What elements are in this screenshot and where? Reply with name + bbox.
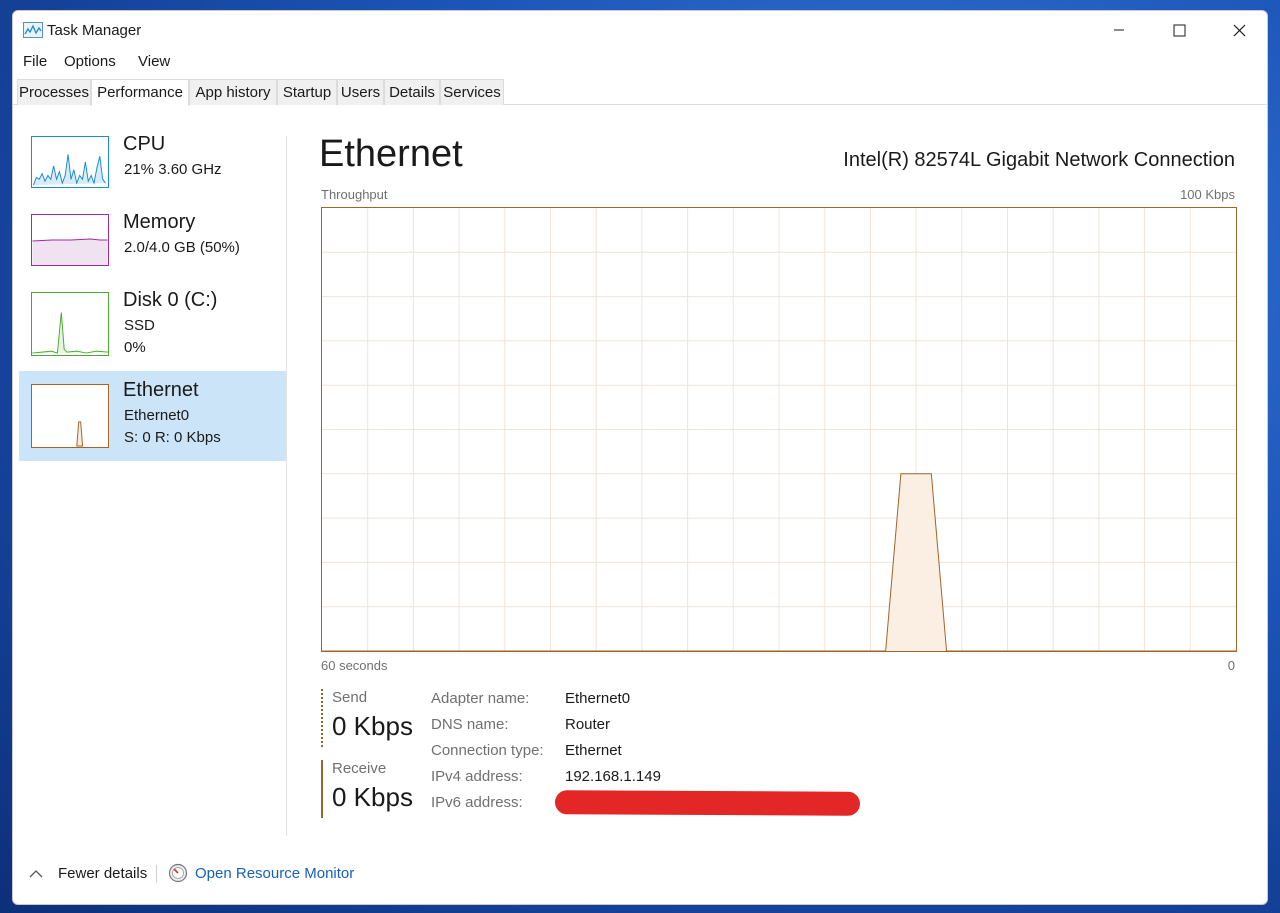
memory-thumbnail-graph [31,214,109,266]
info-label-dns-name: DNS name: [431,716,509,733]
sidebar-item-ethernet[interactable]: Ethernet Ethernet0 S: 0 R: 0 Kbps [19,371,287,461]
receive-indicator-line [321,760,323,818]
disk-thumbnail-graph [31,292,109,356]
throughput-max-label: 100 Kbps [1180,187,1235,202]
resource-monitor-icon [168,863,188,883]
info-value-connection-type: Ethernet [565,742,622,759]
sidebar-memory-usage: 2.0/4.0 GB (50%) [124,239,240,256]
sidebar-disk-type: SSD [124,317,155,334]
send-label: Send [332,689,368,706]
info-label-adapter-name: Adapter name: [431,690,530,707]
ethernet-thumbnail-graph [31,384,109,448]
tab-startup[interactable]: Startup [277,79,337,105]
x-axis-left-label: 60 seconds [321,658,388,673]
close-icon [1233,24,1245,36]
page-title: Ethernet [319,133,463,175]
adapter-full-name: Intel(R) 82574L Gigabit Network Connecti… [843,149,1235,171]
tab-processes[interactable]: Processes [17,79,91,105]
maximize-button[interactable] [1149,11,1209,49]
send-stat: Send 0 Kbps [321,689,421,749]
fewer-details-link[interactable]: Fewer details [58,865,147,882]
info-label-connection-type: Connection type: [431,742,544,759]
tab-details[interactable]: Details [384,79,440,105]
receive-value: 0 Kbps [332,782,413,812]
menu-file[interactable]: File [23,53,47,70]
performance-sidebar: CPU 21% 3.60 GHz Memory 2.0/4.0 GB (50%)… [13,106,287,846]
tab-performance[interactable]: Performance [91,79,189,106]
open-resource-monitor-link[interactable]: Open Resource Monitor [195,865,354,882]
cpu-thumbnail-graph [31,136,109,188]
sidebar-ethernet-rate: S: 0 R: 0 Kbps [124,429,221,446]
task-manager-icon [23,22,43,38]
throughput-graph [321,207,1237,652]
close-button[interactable] [1209,11,1267,49]
sidebar-item-memory[interactable]: Memory 2.0/4.0 GB (50%) [19,203,287,293]
title-bar: Task Manager [13,11,1267,51]
receive-label: Receive [332,760,387,777]
info-value-ipv4: 192.168.1.149 [565,768,661,785]
throughput-label: Throughput [321,187,388,202]
info-value-dns-name: Router [565,716,611,733]
footer-separator [156,865,157,883]
sidebar-disk-title: Disk 0 (C:) [123,289,218,311]
sidebar-ethernet-title: Ethernet [123,379,199,401]
receive-stat: Receive 0 Kbps [321,760,421,820]
sidebar-divider [286,136,287,836]
send-indicator-line [321,689,323,747]
tab-services[interactable]: Services [440,79,504,105]
sidebar-item-disk[interactable]: Disk 0 (C:) SSD 0% [19,281,287,371]
footer: Fewer details Open Resource Monitor [13,859,1267,889]
menu-options[interactable]: Options [64,53,116,70]
tab-app-history[interactable]: App history [189,79,277,105]
menu-bar: File Options View [13,51,1267,75]
sidebar-ethernet-adapter: Ethernet0 [124,407,190,424]
sidebar-disk-usage: 0% [124,339,146,356]
throughput-chart [322,208,1236,651]
minimize-icon [1114,29,1124,31]
window-title: Task Manager [47,22,142,39]
ipv6-redaction-mark [554,790,861,816]
task-manager-window: Task Manager File Options View Processes… [12,10,1268,905]
tab-bar: Processes Performance App history Startu… [13,79,1267,106]
info-label-ipv6: IPv6 address: [431,794,523,811]
sidebar-cpu-title: CPU [123,133,166,155]
info-label-ipv4: IPv4 address: [431,768,523,785]
minimize-button[interactable] [1089,11,1149,49]
info-value-adapter-name: Ethernet0 [565,690,631,707]
sidebar-item-cpu[interactable]: CPU 21% 3.60 GHz [19,125,287,215]
menu-view[interactable]: View [138,53,170,70]
send-value: 0 Kbps [332,711,413,741]
tab-users[interactable]: Users [337,79,384,105]
x-axis-right-label: 0 [1227,658,1235,673]
sidebar-memory-title: Memory [123,211,196,233]
sidebar-cpu-usage: 21% 3.60 GHz [124,161,222,178]
chevron-up-icon[interactable] [29,869,43,879]
maximize-icon [1173,24,1185,36]
